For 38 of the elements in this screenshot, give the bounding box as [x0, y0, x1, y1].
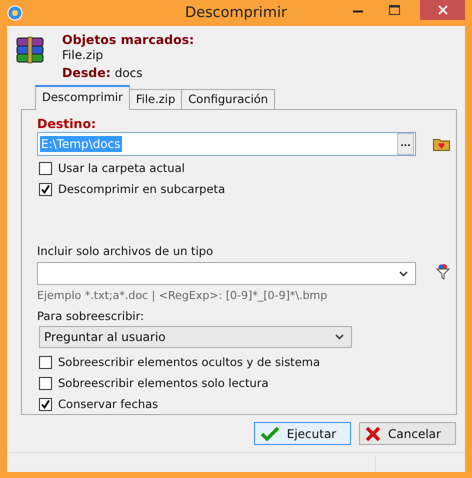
- checkbox[interactable]: [39, 376, 52, 390]
- checkbox[interactable]: [39, 398, 52, 410]
- close-button[interactable]: [420, 0, 465, 20]
- execute-button[interactable]: Ejecutar: [254, 422, 351, 445]
- archive-icon: [14, 34, 46, 66]
- folder-icon[interactable]: [433, 136, 450, 150]
- checkbox[interactable]: [39, 182, 52, 196]
- window-title: Descomprimir: [185, 5, 287, 21]
- from-value: docs: [114, 66, 143, 80]
- checkbox-label: Sobreescribir elementos solo lectura: [58, 376, 269, 390]
- overwrite-label: Para sobreescribir:: [37, 309, 145, 323]
- from-label: Desde:: [62, 65, 111, 80]
- tab[interactable]: Configuración: [181, 89, 276, 109]
- close-icon: [438, 5, 448, 15]
- checkmark-icon: [261, 426, 279, 440]
- overwrite-dropdown[interactable]: Preguntar al usuario: [39, 326, 352, 348]
- destination-label: Destino:: [37, 116, 98, 131]
- filter-hint: Ejemplo *.txt;a*.doc | <RegExp>: [0-9]*_[0-9]*\.bmp: [37, 289, 328, 302]
- caret-icon: [335, 334, 344, 340]
- maximize-icon[interactable]: [389, 5, 400, 15]
- checkbox-label: Descomprimir en subcarpeta: [58, 182, 226, 196]
- filter-label: Incluir solo archivos de un tipo: [37, 244, 214, 258]
- checkbox-label: Conservar fechas: [58, 397, 158, 411]
- checkbox[interactable]: [39, 162, 52, 174]
- filter-icon[interactable]: [436, 263, 450, 280]
- destination-field[interactable]: E:\Temp\docs ...: [37, 132, 416, 156]
- objects-value: File.zip: [62, 48, 104, 62]
- minimize-icon[interactable]: [353, 10, 363, 13]
- cancel-button[interactable]: Cancelar: [359, 422, 456, 445]
- checkbox[interactable]: [39, 356, 52, 368]
- caret-icon: [399, 270, 408, 276]
- close-icon: [366, 426, 380, 440]
- checkbox-label: Usar la carpeta actual: [58, 161, 185, 175]
- objects-label: Objetos marcados:: [62, 32, 194, 47]
- tab[interactable]: Descomprimir: [35, 85, 130, 110]
- checkbox-label: Sobreescribir elementos ocultos y de sistema: [58, 355, 320, 369]
- app-icon: [7, 5, 23, 21]
- browse-button[interactable]: ...: [397, 133, 414, 155]
